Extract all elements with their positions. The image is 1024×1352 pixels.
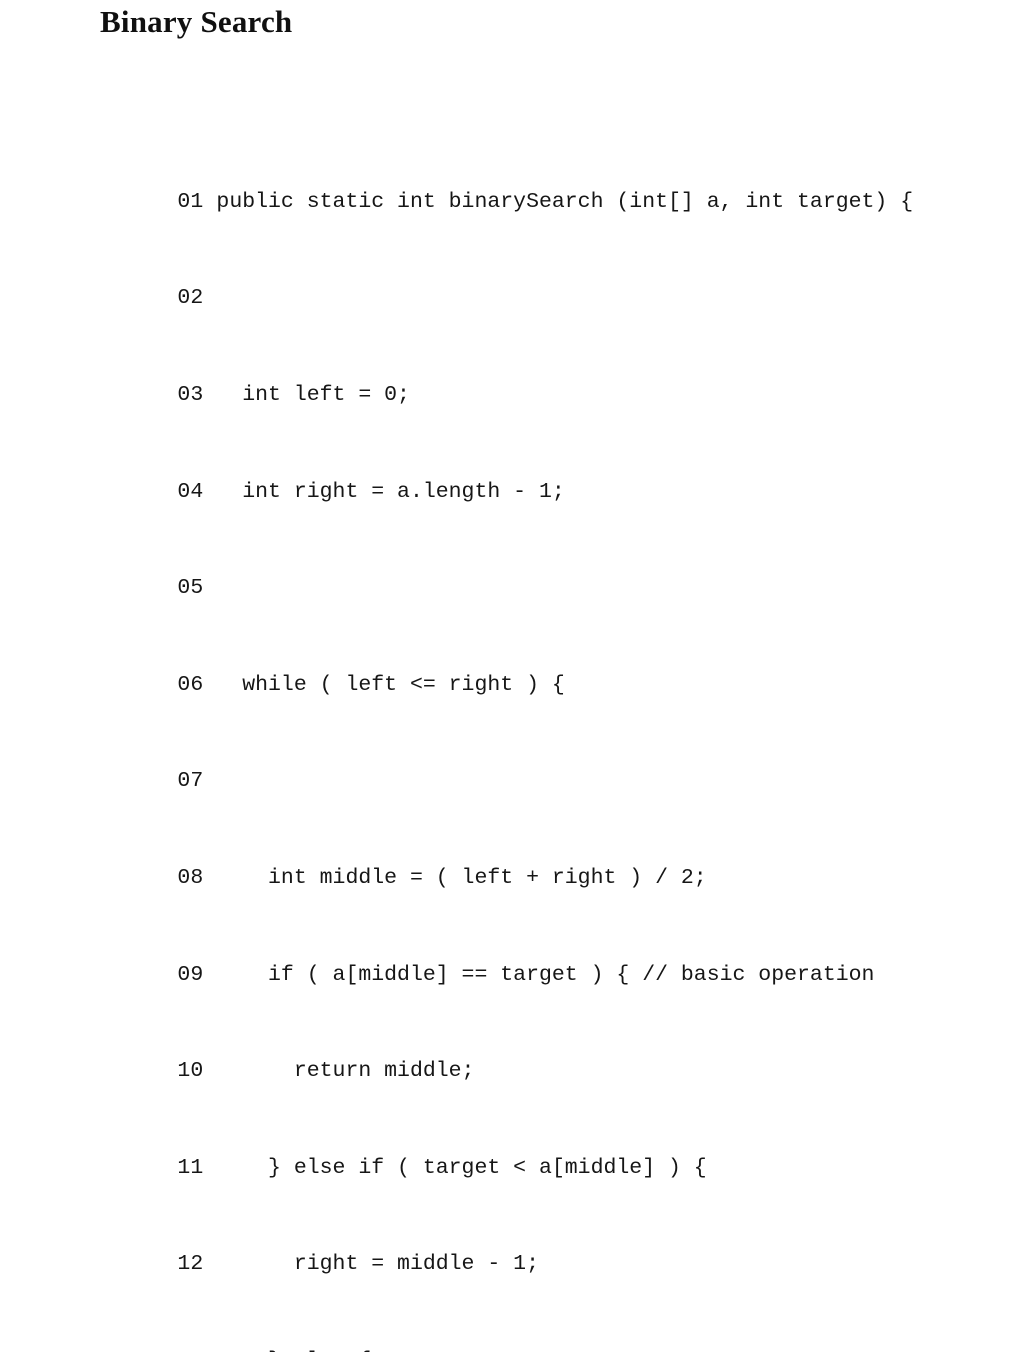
line-number: 01: [177, 189, 204, 214]
line-number: 08: [177, 865, 204, 890]
line-number: 11: [177, 1155, 204, 1180]
code-listing-page: Binary Search 01 public static int binary…: [0, 0, 1024, 1352]
line-number: 05: [177, 576, 204, 601]
line-content: int right = a.length - 1;: [216, 479, 565, 504]
line-number: 13: [177, 1345, 216, 1352]
line-content: if ( a[middle] == target ) { // basic op…: [216, 962, 875, 987]
line-content: right = middle - 1;: [216, 1252, 539, 1277]
line-number: 04: [177, 479, 204, 504]
code-line: 09 if ( a[middle] == target ) { // basic…: [100, 926, 913, 987]
line-content: } else {: [216, 1349, 371, 1352]
line-number: 09: [177, 962, 204, 987]
line-number: 02: [177, 286, 204, 311]
code-line: 02: [100, 250, 913, 310]
line-number: 06: [177, 672, 204, 697]
line-content: while ( left <= right ) {: [216, 672, 565, 697]
code-block: 01 public static int binarySearch (int[] …: [100, 57, 913, 1352]
page-title: Binary Search: [100, 4, 293, 39]
code-line: 03 int left = 0;: [100, 347, 913, 407]
code-line: 06 while ( left <= right ) {: [100, 637, 913, 697]
code-line: 12 right = middle - 1;: [100, 1216, 913, 1276]
code-line: 04 int right = a.length - 1;: [100, 443, 913, 504]
code-line: 13 } else {: [100, 1313, 913, 1352]
line-content: public static int binarySearch (int[] a,…: [216, 189, 914, 214]
code-line: 08 int middle = ( left + right ) / 2;: [100, 830, 913, 890]
line-number: 12: [177, 1252, 204, 1277]
line-content: int left = 0;: [216, 383, 410, 407]
line-number: 07: [177, 769, 204, 794]
line-number: 10: [177, 1059, 204, 1084]
code-line: 01 public static int binarySearch (int[] …: [100, 154, 913, 214]
code-line: 10 return middle;: [100, 1023, 913, 1083]
code-line: 11 } else if ( target < a[middle] ) {: [100, 1120, 913, 1180]
line-number: 03: [177, 383, 204, 407]
line-content: } else if ( target < a[middle] ) {: [216, 1155, 707, 1180]
code-line: 05: [100, 540, 913, 600]
line-content: int middle = ( left + right ) / 2;: [216, 865, 707, 890]
code-line: 07: [100, 733, 913, 793]
line-content: return middle;: [216, 1059, 475, 1084]
